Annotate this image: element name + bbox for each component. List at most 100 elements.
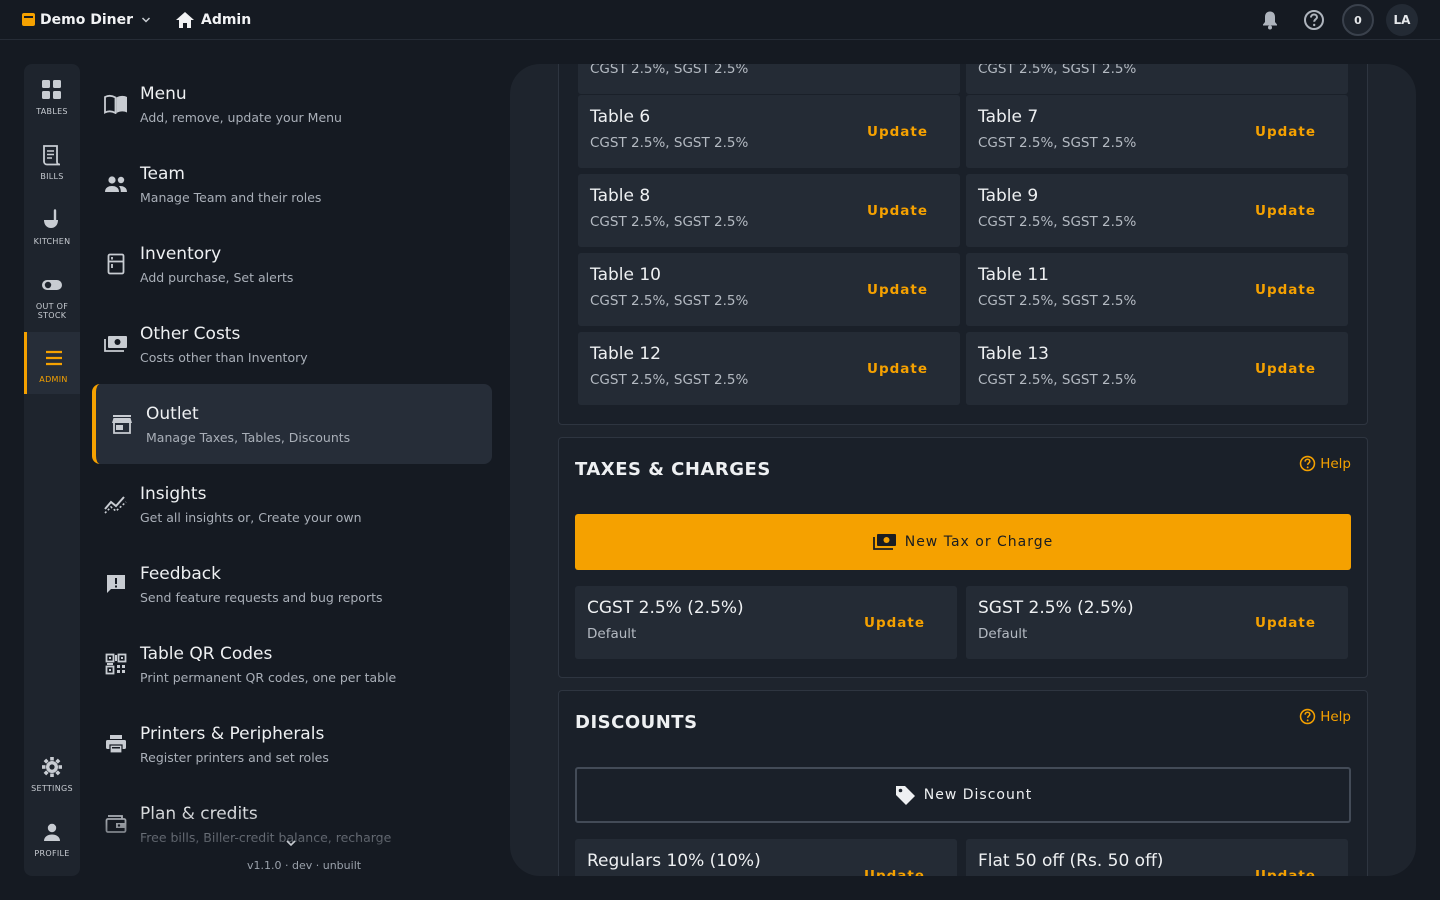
- discount-name: Flat 50 off (Rs. 50 off): [978, 851, 1164, 871]
- table-taxes: CGST 2.5%, SGST 2.5%: [978, 64, 1137, 77]
- avatar[interactable]: LA: [1386, 4, 1418, 36]
- new-tax-button[interactable]: New Tax or Charge: [575, 514, 1351, 570]
- section-title: DISCOUNTS: [575, 712, 698, 733]
- new-discount-button[interactable]: New Discount: [575, 767, 1351, 823]
- table-card: Table 11 CGST 2.5%, SGST 2.5% Update: [966, 253, 1348, 326]
- admin-item-printers[interactable]: Printers & Peripherals Register printers…: [92, 704, 492, 784]
- trend-icon: [104, 492, 128, 516]
- admin-item-other-costs[interactable]: Other Costs Costs other than Inventory: [92, 304, 492, 384]
- admin-item-team[interactable]: Team Manage Team and their roles: [92, 144, 492, 224]
- tax-name: CGST 2.5% (2.5%): [587, 598, 744, 618]
- rail-item-kitchen[interactable]: KITCHEN: [24, 208, 80, 246]
- scroll-down-chevron-icon[interactable]: [285, 838, 297, 848]
- table-name: Table 9: [978, 186, 1039, 206]
- discounts-section: DISCOUNTS Help New Discount Regulars 10%…: [558, 690, 1368, 876]
- update-button[interactable]: Update: [867, 124, 928, 140]
- nav-rail: TABLES BILLS KITCHEN OUT OF STOCK ADMIN …: [24, 64, 80, 876]
- discount-card: Flat 50 off (Rs. 50 off) Update: [966, 839, 1348, 876]
- section-title: TAXES & CHARGES: [575, 459, 771, 480]
- rail-item-settings[interactable]: SETTINGS: [24, 755, 80, 793]
- table-taxes: CGST 2.5%, SGST 2.5%: [978, 372, 1137, 388]
- rail-label: TABLES: [36, 107, 68, 116]
- admin-item-table-qr-codes[interactable]: Table QR Codes Print permanent QR codes,…: [92, 624, 492, 704]
- admin-item-subtitle: Register printers and set roles: [140, 750, 329, 765]
- update-button[interactable]: Update: [1255, 615, 1316, 631]
- admin-item-feedback[interactable]: Feedback Send feature requests and bug r…: [92, 544, 492, 624]
- admin-item-inventory[interactable]: Inventory Add purchase, Set alerts: [92, 224, 492, 304]
- table-name: Table 12: [590, 344, 661, 364]
- rail-item-profile[interactable]: PROFILE: [24, 820, 80, 858]
- tax-name: SGST 2.5% (2.5%): [978, 598, 1134, 618]
- update-button[interactable]: Update: [867, 282, 928, 298]
- update-button[interactable]: Update: [864, 615, 925, 631]
- admin-item-subtitle: Manage Taxes, Tables, Discounts: [146, 430, 351, 445]
- person-icon: [40, 820, 64, 844]
- update-button[interactable]: Update: [1255, 203, 1316, 219]
- admin-item-title: Other Costs: [140, 324, 241, 344]
- version-label: v1.1.0 · dev · unbuilt: [247, 859, 362, 872]
- update-button[interactable]: Update: [1255, 868, 1316, 876]
- help-circle-icon: [1304, 10, 1324, 30]
- update-button[interactable]: Update: [867, 203, 928, 219]
- gear-icon: [40, 755, 64, 779]
- cash-icon: [872, 534, 896, 550]
- rail-item-tables[interactable]: TABLES: [24, 78, 80, 116]
- breadcrumb[interactable]: Admin: [175, 11, 251, 29]
- home-icon: [175, 11, 194, 28]
- table-card: Table 6 CGST 2.5%, SGST 2.5% Update: [578, 95, 960, 168]
- admin-item-subtitle: Add purchase, Set alerts: [140, 270, 294, 285]
- admin-item-title: Team: [140, 164, 185, 184]
- bell-icon: [1263, 11, 1277, 30]
- table-taxes: CGST 2.5%, SGST 2.5%: [590, 372, 749, 388]
- table-name: Table 13: [978, 344, 1049, 364]
- storefront-icon: [110, 412, 134, 436]
- table-taxes: CGST 2.5%, SGST 2.5%: [590, 135, 749, 151]
- toggle-icon: [40, 273, 64, 297]
- admin-item-title: Plan & credits: [140, 804, 258, 824]
- table-taxes: CGST 2.5%, SGST 2.5%: [590, 214, 749, 230]
- help-label: Help: [1320, 455, 1351, 472]
- rail-item-out-of-stock[interactable]: OUT OF STOCK: [24, 273, 80, 320]
- table-name: Table 7: [978, 107, 1039, 127]
- notifications-button[interactable]: [1254, 4, 1286, 36]
- tables-section: CGST 2.5%, SGST 2.5% CGST 2.5%, SGST 2.5…: [558, 64, 1368, 425]
- update-button[interactable]: Update: [864, 868, 925, 876]
- rail-item-admin[interactable]: ADMIN: [24, 332, 80, 394]
- update-button[interactable]: Update: [1255, 124, 1316, 140]
- help-link[interactable]: Help: [1299, 455, 1351, 472]
- admin-item-title: Printers & Peripherals: [140, 724, 325, 744]
- admin-item-subtitle: Print permanent QR codes, one per table: [140, 670, 397, 685]
- admin-item-outlet[interactable]: Outlet Manage Taxes, Tables, Discounts: [92, 384, 492, 464]
- counter-badge[interactable]: 0: [1342, 4, 1374, 36]
- help-circle-icon: [1299, 708, 1316, 725]
- rail-label: KITCHEN: [33, 237, 71, 246]
- table-taxes: CGST 2.5%, SGST 2.5%: [590, 293, 749, 309]
- wallet-icon: [104, 812, 128, 836]
- outlet-name: Demo Diner: [40, 11, 133, 28]
- admin-item-menu[interactable]: Menu Add, remove, update your Menu: [92, 64, 492, 144]
- help-link[interactable]: Help: [1299, 708, 1351, 725]
- table-name: Table 10: [590, 265, 661, 285]
- receipt-icon: [40, 143, 64, 167]
- taxes-section: TAXES & CHARGES Help New Tax or Charge C…: [558, 437, 1368, 678]
- admin-item-subtitle: Free bills, Biller-credit balance, recha…: [140, 830, 392, 845]
- table-card: Table 10 CGST 2.5%, SGST 2.5% Update: [578, 253, 960, 326]
- admin-item-insights[interactable]: Insights Get all insights or, Create you…: [92, 464, 492, 544]
- update-button[interactable]: Update: [1255, 282, 1316, 298]
- help-button[interactable]: [1298, 4, 1330, 36]
- outlet-switcher[interactable]: Demo Diner: [22, 12, 151, 28]
- update-button[interactable]: Update: [867, 361, 928, 377]
- discount-card: Regulars 10% (10%) Update: [575, 839, 957, 876]
- table-card: Table 12 CGST 2.5%, SGST 2.5% Update: [578, 332, 960, 405]
- rail-label: ADMIN: [39, 375, 68, 384]
- rail-item-bills[interactable]: BILLS: [24, 143, 80, 181]
- admin-item-subtitle: Get all insights or, Create your own: [140, 510, 362, 525]
- admin-item-subtitle: Send feature requests and bug reports: [140, 590, 383, 605]
- qr-code-icon: [104, 652, 128, 676]
- admin-item-plan-credits[interactable]: Plan & credits Free bills, Biller-credit…: [92, 784, 492, 864]
- table-name: Table 11: [978, 265, 1049, 285]
- rail-label: PROFILE: [34, 849, 70, 858]
- update-button[interactable]: Update: [1255, 361, 1316, 377]
- admin-item-title: Outlet: [146, 404, 199, 424]
- tax-card: CGST 2.5% (2.5%) Default Update: [575, 586, 957, 659]
